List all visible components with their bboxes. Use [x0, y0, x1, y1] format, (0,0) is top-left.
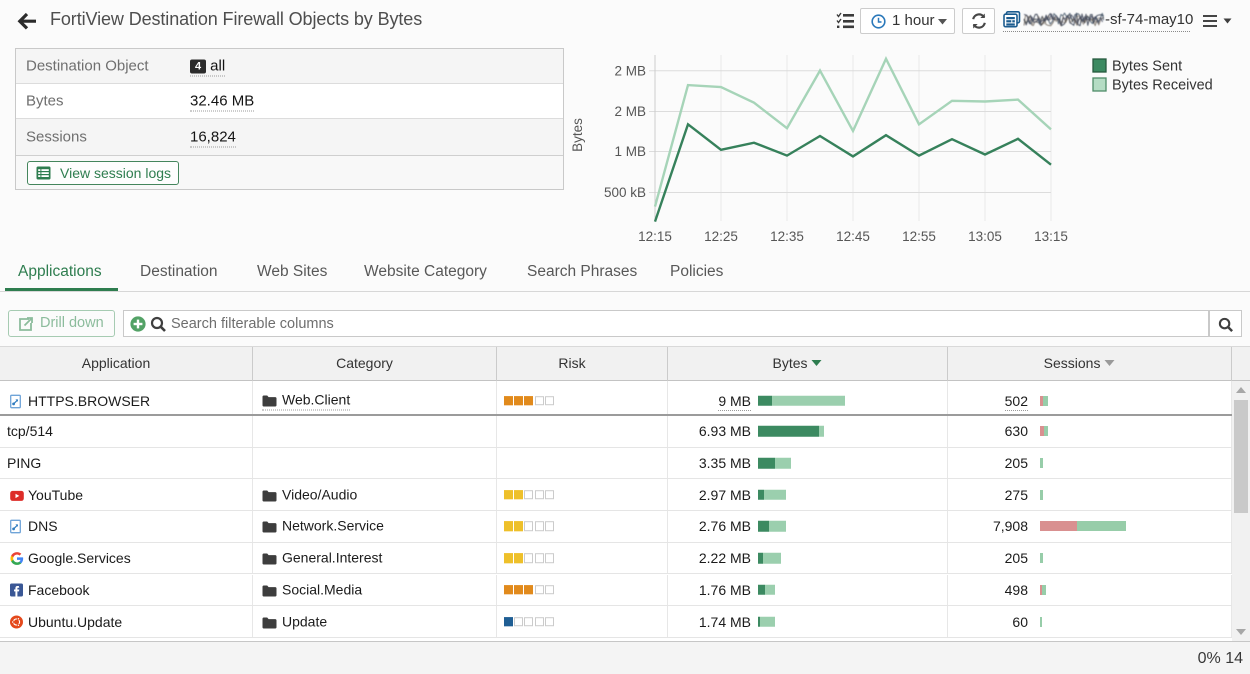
svg-text:12:45: 12:45 [836, 229, 870, 244]
svg-text:12:25: 12:25 [704, 229, 738, 244]
svg-text:500 kB: 500 kB [604, 185, 646, 200]
svg-text:12:55: 12:55 [902, 229, 936, 244]
svg-text:Bytes Sent: Bytes Sent [1112, 59, 1182, 75]
svg-text:13:05: 13:05 [968, 229, 1002, 244]
svg-text:2 MB: 2 MB [614, 63, 646, 78]
svg-text:Bytes: Bytes [570, 118, 585, 152]
svg-text:1 MB: 1 MB [614, 144, 646, 159]
svg-text:12:15: 12:15 [638, 229, 672, 244]
svg-text:12:35: 12:35 [770, 229, 804, 244]
svg-text:Bytes Received: Bytes Received [1112, 78, 1213, 94]
svg-text:2 MB: 2 MB [614, 104, 646, 119]
svg-text:13:15: 13:15 [1034, 229, 1068, 244]
